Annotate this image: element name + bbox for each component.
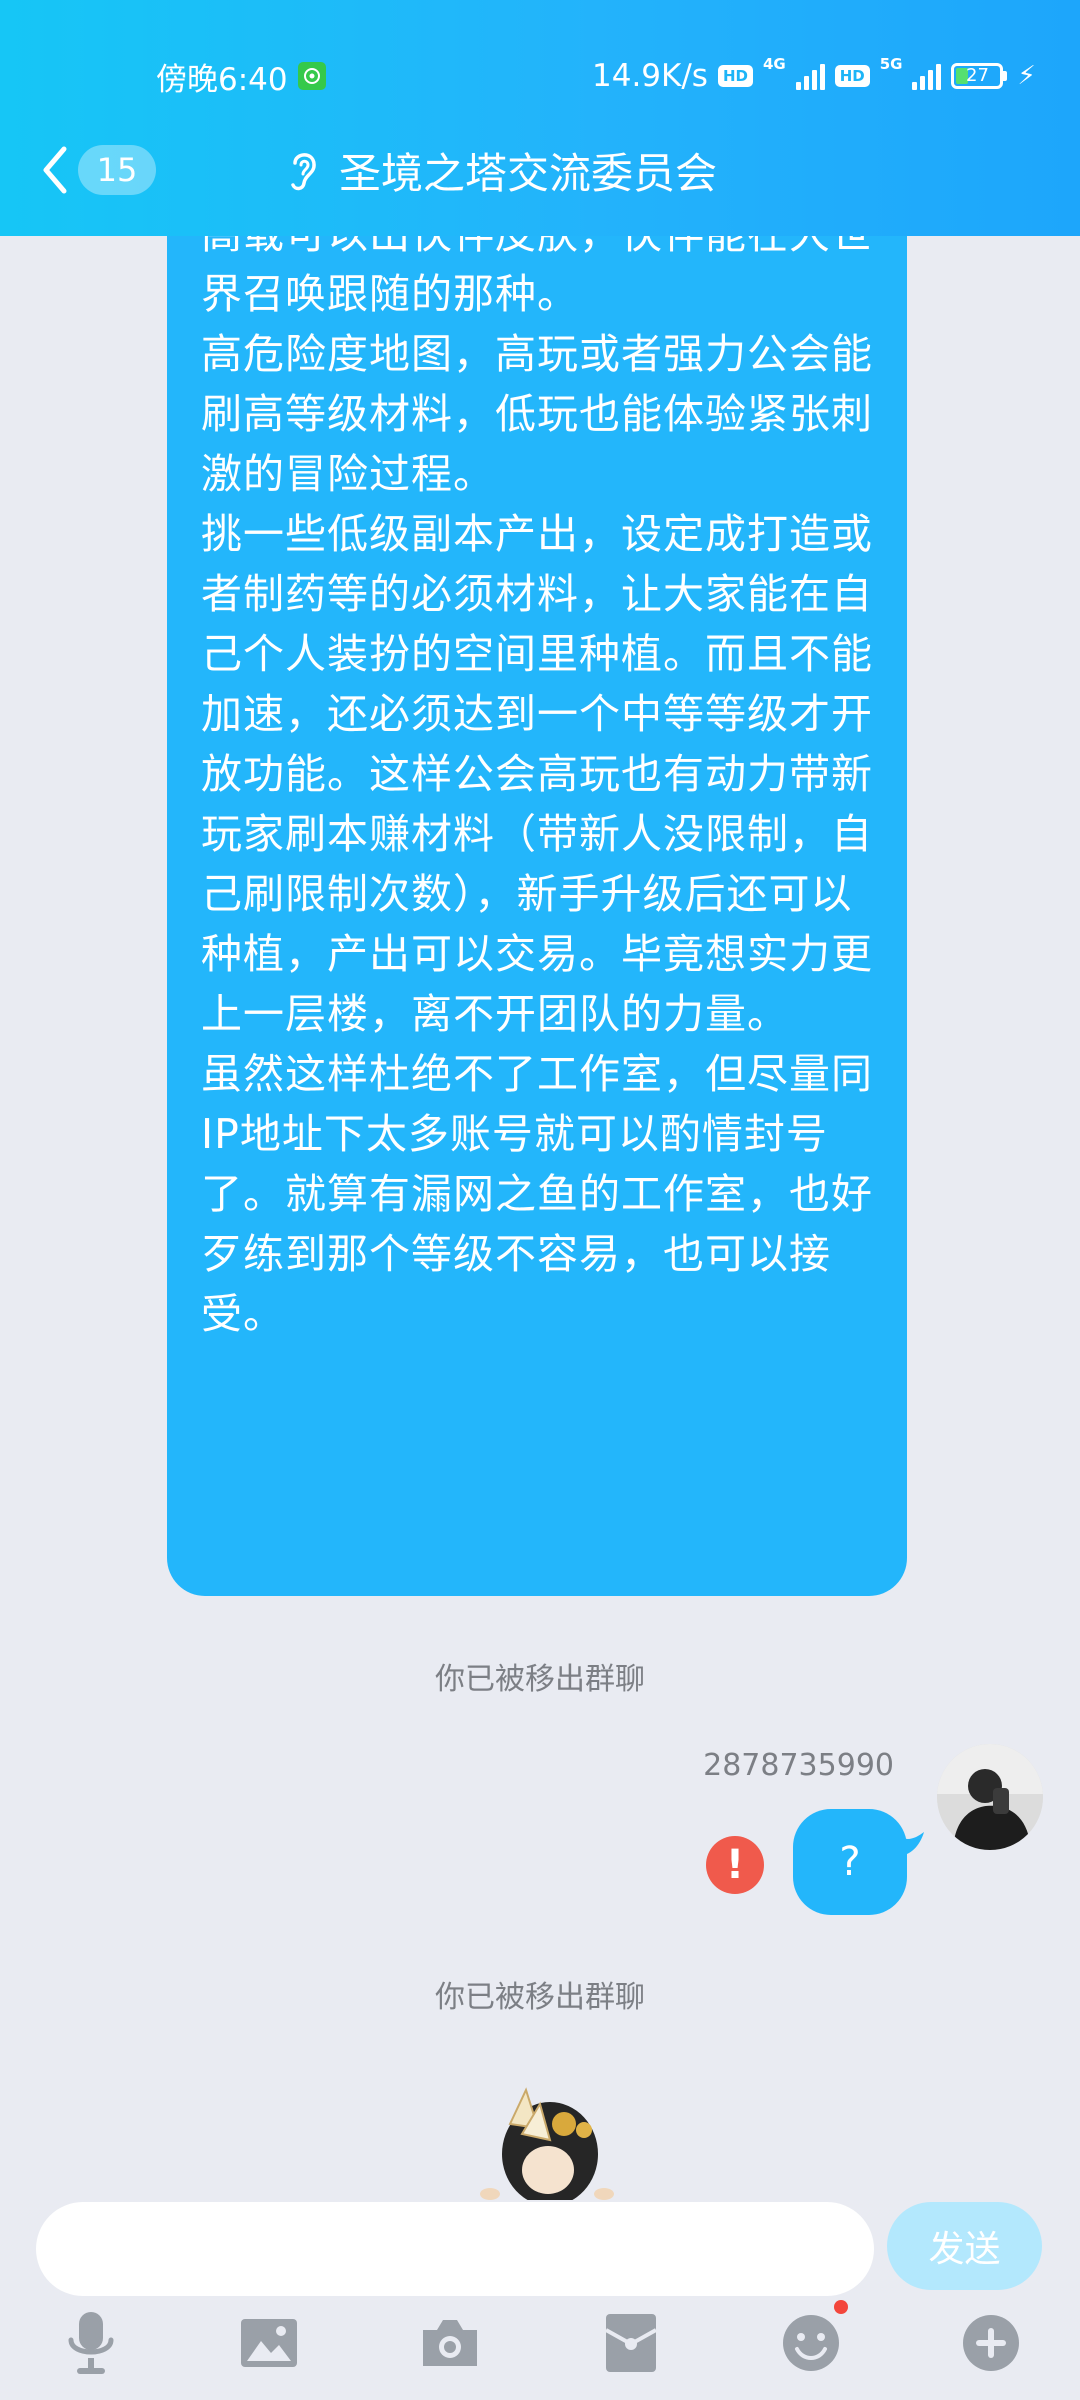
unread-count-badge: 15 — [78, 145, 156, 195]
input-bar: 发送 — [0, 2200, 1080, 2400]
network-speed: 14.9K/s — [592, 58, 708, 94]
status-bar-left: 傍晚6:40 — [156, 52, 326, 100]
sticker-image[interactable] — [470, 2084, 620, 2200]
system-notice: 你已被移出群聊 — [435, 1980, 645, 2015]
image-icon[interactable] — [236, 2310, 302, 2376]
signal-strength-icon-2 — [912, 62, 942, 90]
notification-dot — [834, 2300, 848, 2314]
camera-icon[interactable] — [417, 2310, 483, 2376]
chevron-left-icon — [43, 146, 67, 194]
system-notice: 你已被移出群聊 — [435, 1662, 645, 1697]
message-bubble-self[interactable]: ? — [793, 1809, 907, 1915]
title-bar: 傍晚6:40 14.9K/s HD 4G HD 5G 27 ⚡ 15 圣境之塔交… — [0, 0, 1080, 236]
charging-icon: ⚡ — [1017, 61, 1036, 91]
emoji-icon[interactable] — [778, 2300, 848, 2376]
clock: 傍晚6:40 — [156, 61, 288, 98]
status-bar-right: 14.9K/s HD 4G HD 5G 27 ⚡ — [592, 52, 1036, 100]
network-type-1: 4G — [762, 55, 786, 73]
message-bubble-long[interactable]: 高载可以出伙伴皮肤，伙伴能在大世界召唤跟随的那种。 高危险度地图，高玩或者强力公… — [167, 236, 907, 1596]
mic-icon[interactable] — [58, 2310, 124, 2376]
hd-voice-badge-2: HD — [834, 65, 870, 87]
chat-message-list[interactable]: 高载可以出伙伴皮肤，伙伴能在大世界召唤跟随的那种。 高危险度地图，高玩或者强力公… — [0, 236, 1080, 2200]
ear-icon — [291, 153, 316, 191]
input-toolbar — [0, 2300, 1080, 2390]
battery-level: 27 — [966, 65, 989, 86]
game-notification-icon — [297, 62, 326, 90]
bubble-tail — [898, 1832, 924, 1856]
group-title-area[interactable]: 圣境之塔交流委员会 — [285, 140, 717, 200]
hd-voice-badge: HD — [717, 65, 753, 87]
sender-name: 2878735990 — [703, 1748, 894, 1783]
red-packet-icon[interactable] — [598, 2310, 664, 2376]
group-name: 圣境之塔交流委员会 — [339, 148, 718, 198]
battery-icon: 27 — [951, 63, 1008, 89]
avatar[interactable] — [937, 1744, 1043, 1850]
message-text: ? — [839, 1839, 861, 1885]
back-button[interactable]: 15 — [40, 142, 162, 198]
signal-strength-icon — [795, 62, 825, 90]
message-input[interactable] — [36, 2202, 874, 2296]
plus-icon[interactable] — [958, 2310, 1024, 2376]
send-failed-icon[interactable]: ! — [706, 1836, 764, 1894]
network-type-2: 5G — [879, 55, 903, 73]
send-button[interactable]: 发送 — [887, 2202, 1042, 2290]
message-text: 高载可以出伙伴皮肤，伙伴能在大世界召唤跟随的那种。 高危险度地图，高玩或者强力公… — [201, 236, 873, 1338]
